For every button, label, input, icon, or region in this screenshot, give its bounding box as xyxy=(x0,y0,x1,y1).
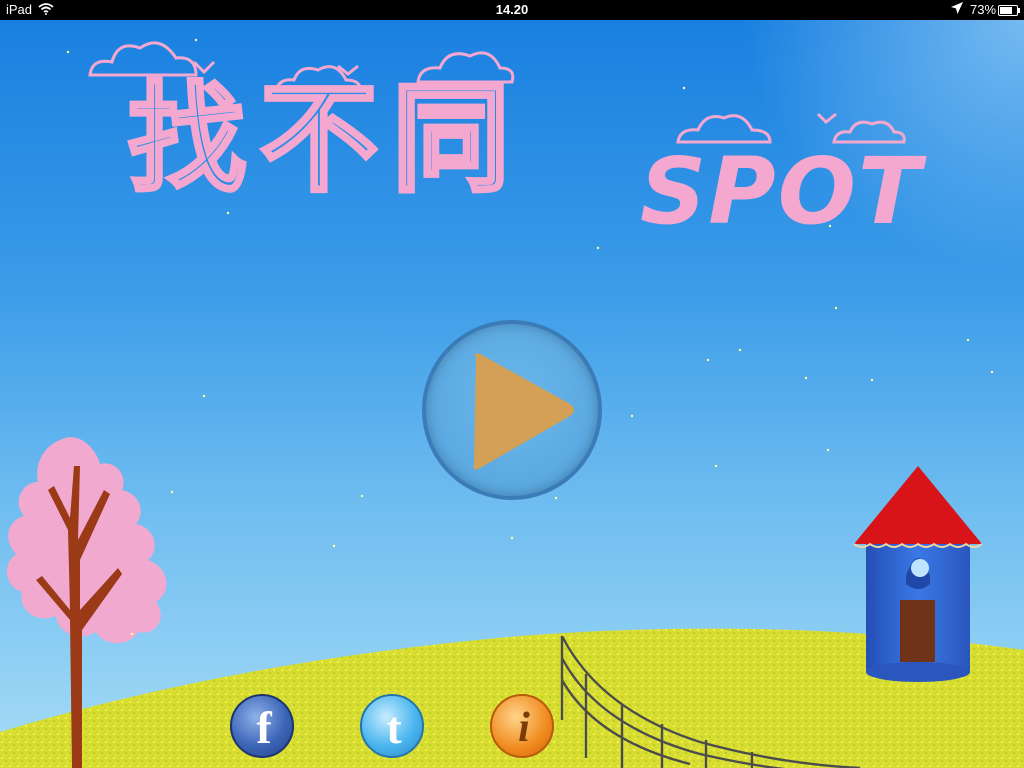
twitter-icon: t xyxy=(386,702,402,753)
play-button[interactable] xyxy=(422,320,602,500)
battery-level-fill xyxy=(1000,7,1012,14)
play-icon xyxy=(473,353,574,470)
title-chinese: 找不同 xyxy=(126,70,525,208)
battery-percent: 73% xyxy=(970,2,997,17)
clock: 14.20 xyxy=(495,2,529,17)
info-icon: i xyxy=(518,705,530,751)
title-english: SPOT xyxy=(640,138,923,245)
facebook-icon: f xyxy=(256,702,272,753)
tower-house xyxy=(853,466,983,682)
location-arrow-icon xyxy=(950,1,964,18)
game-screen: 找不同 SPOT f t i xyxy=(0,20,1024,768)
status-bar: iPad 14.20 73% xyxy=(0,0,1024,20)
battery-icon xyxy=(998,5,1020,16)
twitter-button[interactable]: t xyxy=(360,694,424,758)
facebook-button[interactable]: f xyxy=(230,694,294,758)
info-button[interactable]: i xyxy=(490,694,554,758)
